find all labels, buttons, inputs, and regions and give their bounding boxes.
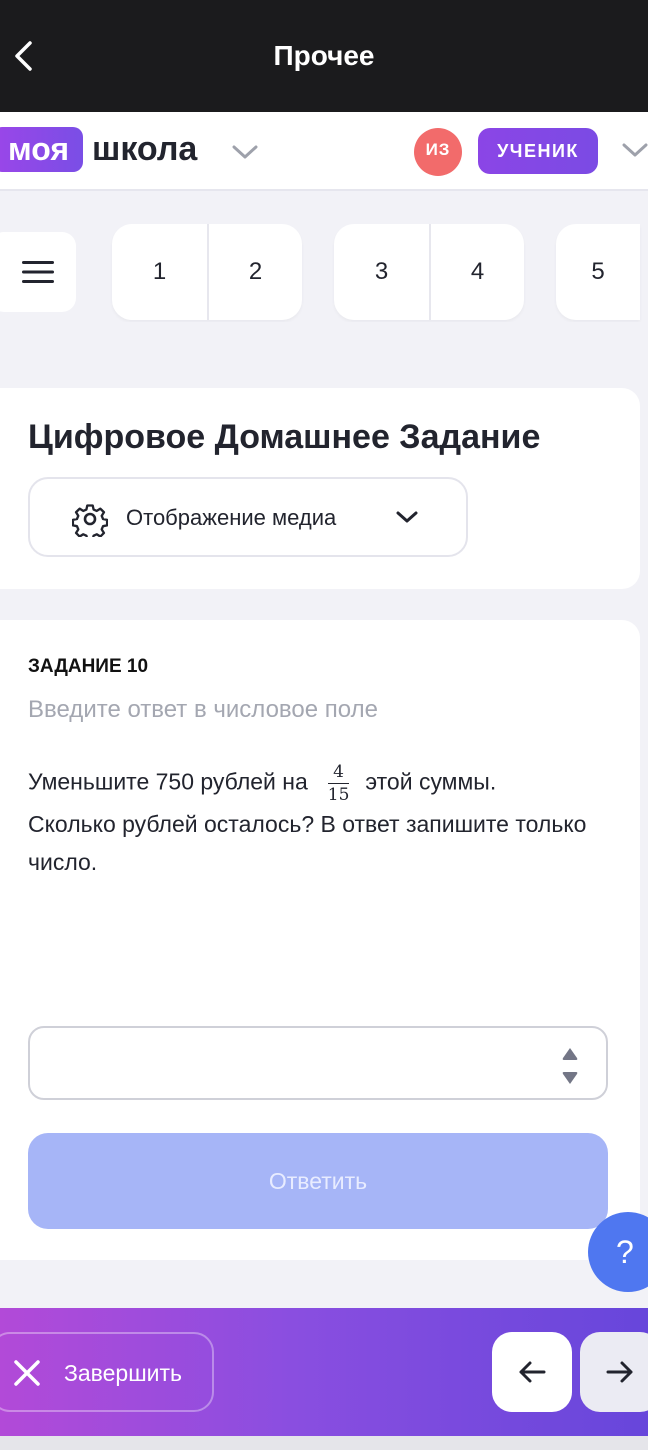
avatar[interactable]: ИЗ	[414, 128, 462, 176]
gear-icon	[72, 504, 108, 537]
top-bar: Прочее	[0, 0, 648, 112]
task-card: ЗАДАНИЕ 10 Введите ответ в числовое поле…	[0, 620, 640, 1260]
answer-field-wrapper	[28, 1026, 608, 1100]
chevron-down-icon[interactable]	[620, 140, 648, 160]
arrow-left-icon	[519, 1361, 546, 1383]
tab-task-3[interactable]: 3	[334, 224, 429, 320]
brand-bar: моя школа ИЗ УЧЕНИК	[0, 112, 648, 191]
finish-label: Завершить	[64, 1360, 183, 1386]
number-stepper-icon[interactable]	[560, 1046, 580, 1086]
menu-button[interactable]	[0, 232, 76, 312]
task-label: ЗАДАНИЕ 10	[28, 656, 149, 677]
media-display-label: Отображение медиа	[126, 505, 337, 530]
question-text-part1: Уменьшите 750 рублей на	[28, 768, 308, 795]
tab-task-4[interactable]: 4	[429, 224, 524, 320]
tab-group: 5	[556, 224, 640, 320]
finish-button[interactable]: Завершить	[0, 1332, 214, 1412]
fraction-numerator: 4	[327, 762, 350, 784]
task-tabs: 1 2 3 4 5	[0, 222, 648, 322]
homework-title: Цифровое Домашнее Задание	[28, 418, 541, 456]
tab-task-5[interactable]: 5	[556, 224, 640, 320]
chevron-down-icon	[396, 511, 418, 523]
tab-task-1[interactable]: 1	[112, 224, 207, 320]
media-display-select[interactable]: Отображение медиа	[28, 477, 468, 557]
tab-task-2[interactable]: 2	[207, 224, 302, 320]
tab-group: 1 2	[112, 224, 302, 320]
fraction-denominator: 15	[327, 785, 350, 805]
homework-header-card: Цифровое Домашнее Задание Отображение ме…	[0, 388, 640, 589]
answer-input[interactable]	[30, 1028, 550, 1098]
task-question: Уменьшите 750 рублей на 4 15 этой суммы. Ск…	[28, 762, 588, 881]
close-icon	[14, 1360, 40, 1386]
hamburger-icon	[22, 261, 54, 283]
logo-part-moya[interactable]: моя	[0, 127, 84, 172]
task-hint: Введите ответ в числовое поле	[28, 696, 378, 723]
footer-strip	[0, 1436, 648, 1450]
submit-answer-button[interactable]: Ответить	[28, 1133, 608, 1229]
tab-group: 3 4	[334, 224, 524, 320]
fraction: 4 15	[327, 762, 350, 805]
previous-task-button[interactable]	[492, 1332, 572, 1412]
bottom-bar: Завершить	[0, 1308, 648, 1436]
role-badge[interactable]: УЧЕНИК	[478, 128, 598, 174]
next-task-button[interactable]	[580, 1332, 648, 1412]
arrow-right-icon	[606, 1361, 633, 1383]
logo-part-shkola[interactable]: школа	[92, 128, 197, 170]
page-title: Прочее	[273, 40, 375, 71]
chevron-down-icon[interactable]	[230, 142, 260, 162]
